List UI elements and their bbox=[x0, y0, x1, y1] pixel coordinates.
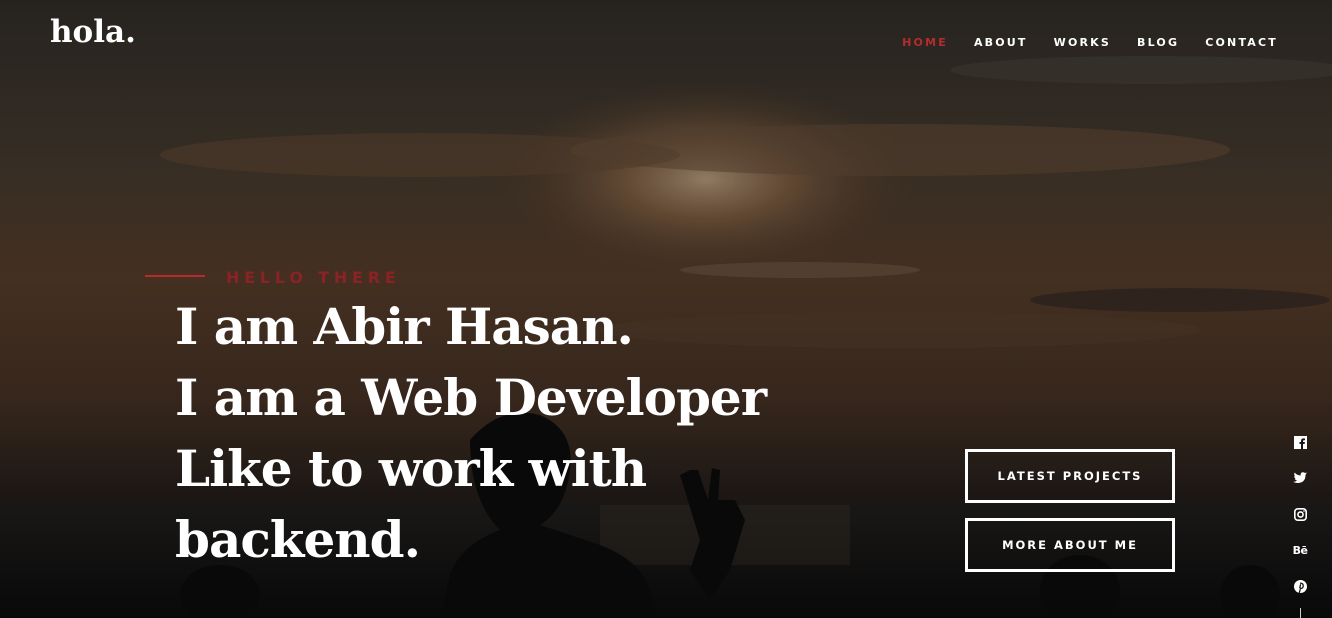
intro-eyebrow: HELLO THERE bbox=[226, 268, 401, 287]
site-logo[interactable]: hola. bbox=[50, 14, 136, 50]
nav-item-about[interactable]: ABOUT bbox=[974, 36, 1028, 49]
nav-item-contact[interactable]: CONTACT bbox=[1205, 36, 1278, 49]
pinterest-icon[interactable] bbox=[1290, 576, 1310, 596]
intro-accent-line bbox=[145, 275, 205, 277]
hero-headline: I am Abir Hasan. I am a Web Developer Li… bbox=[175, 291, 767, 575]
instagram-icon[interactable] bbox=[1290, 504, 1310, 524]
headline-line-2: I am a Web Developer bbox=[175, 368, 767, 427]
nav-item-blog[interactable]: BLOG bbox=[1137, 36, 1179, 49]
twitter-icon[interactable] bbox=[1290, 468, 1310, 488]
headline-line-1: I am Abir Hasan. bbox=[175, 297, 634, 356]
behance-icon[interactable]: Bē bbox=[1290, 540, 1310, 560]
main-navigation: HOME ABOUT WORKS BLOG CONTACT bbox=[876, 36, 1278, 49]
facebook-icon[interactable] bbox=[1290, 432, 1310, 452]
social-links: Bē bbox=[1290, 432, 1310, 612]
nav-item-home[interactable]: HOME bbox=[902, 36, 948, 49]
nav-item-works[interactable]: WORKS bbox=[1054, 36, 1111, 49]
headline-line-4: backend. bbox=[175, 510, 421, 569]
headline-line-3: Like to work with bbox=[175, 439, 647, 498]
more-about-me-button[interactable]: MORE ABOUT ME bbox=[965, 518, 1175, 572]
social-divider-line bbox=[1300, 608, 1301, 618]
latest-projects-button[interactable]: LATEST PROJECTS bbox=[965, 449, 1175, 503]
